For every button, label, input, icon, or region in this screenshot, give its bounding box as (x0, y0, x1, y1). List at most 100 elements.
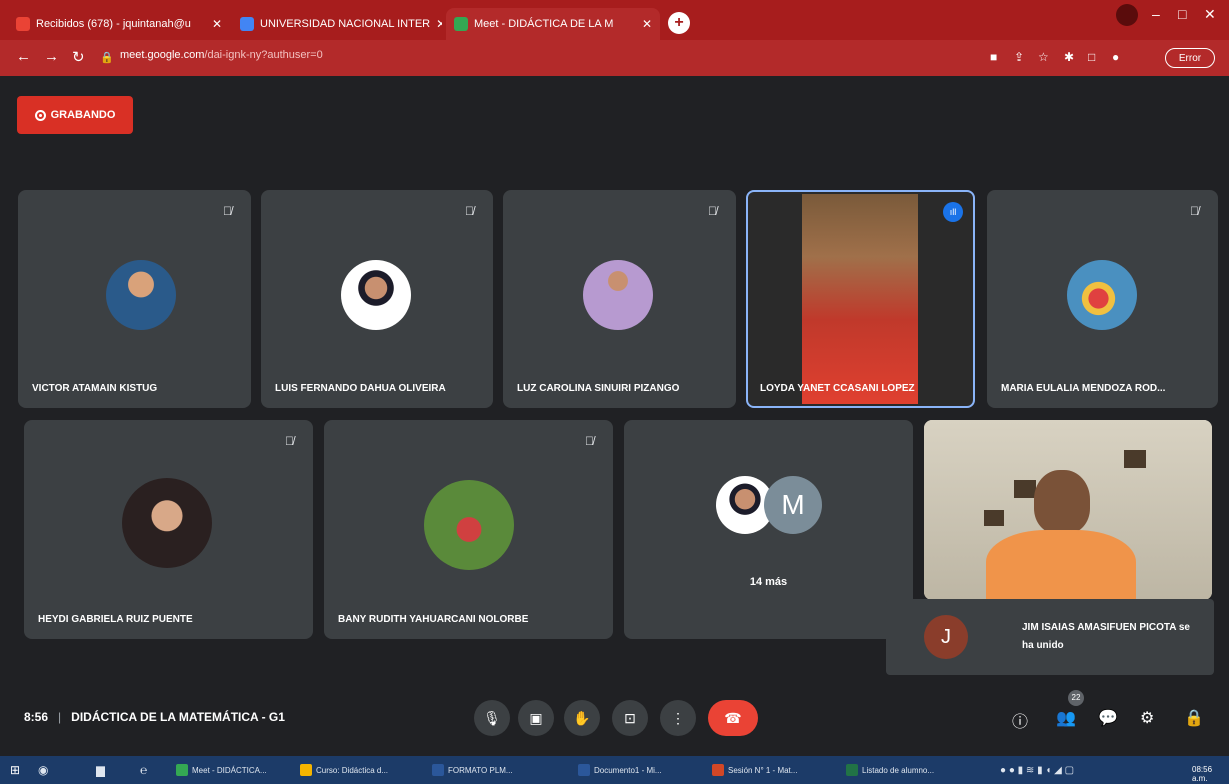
taskbar-item[interactable]: Curso: Didáctica d... (300, 761, 420, 779)
raise-hand-button[interactable]: ✋ (564, 700, 600, 736)
taskbar-label: Listado de alumno... (862, 765, 935, 775)
meeting-title: DIDÁCTICA DE LA MATEMÁTICA - G1 (71, 710, 285, 724)
recording-badge: GRABANDO (17, 96, 133, 134)
url-host: meet.google.com (120, 49, 205, 61)
maximize-button[interactable]: □ (1178, 6, 1186, 22)
back-icon[interactable]: ← (16, 48, 31, 65)
taskbar-item[interactable]: FORMATO PLM... (432, 761, 552, 779)
avatar-initial: M (764, 476, 822, 534)
new-tab-button[interactable]: + (668, 12, 690, 34)
chrome-icon[interactable]: ◉ (38, 761, 48, 779)
account-icon[interactable]: ● (1112, 50, 1119, 64)
lock-icon: 🔒 (100, 52, 114, 64)
participant-count-badge: 22 (1068, 690, 1084, 706)
recording-label: GRABANDO (50, 109, 116, 121)
participant-tile-speaking[interactable]: ıll LOYDA YANET CCASANI LOPEZ (746, 190, 975, 408)
taskbar-item[interactable]: Documento1 - Mi... (578, 761, 698, 779)
mic-off-icon: 🎙̸ (1190, 204, 1199, 218)
avatar (106, 260, 176, 330)
word-icon (578, 764, 590, 776)
start-icon[interactable]: ⊞ (10, 761, 20, 779)
taskbar-label: FORMATO PLM... (448, 765, 513, 775)
participant-video (802, 194, 918, 404)
close-icon[interactable]: ✕ (430, 17, 442, 31)
reload-icon[interactable]: ↻ (72, 48, 85, 66)
avatar-initial: J (924, 615, 968, 659)
powerpoint-icon (712, 764, 724, 776)
participant-name: HEYDI GABRIELA RUIZ PUENTE (38, 614, 193, 625)
divider: | (58, 710, 62, 724)
wall-frame (1124, 450, 1146, 468)
excel-icon (846, 764, 858, 776)
taskbar-item[interactable]: Sesión N° 1 - Mat... (712, 761, 832, 779)
hang-up-icon: ☎ (724, 710, 742, 726)
error-button[interactable]: Error (1165, 48, 1215, 68)
tab-label: Recibidos (678) - jquintanah@u (36, 18, 191, 30)
forward-icon[interactable]: → (44, 48, 59, 65)
avatar (1067, 260, 1137, 330)
self-video-tile[interactable] (924, 420, 1212, 600)
participant-tile[interactable]: 🎙̸ MARIA EULALIA MENDOZA ROD... (987, 190, 1218, 408)
participant-name: LUZ CAROLINA SINUIRI PIZANGO (517, 383, 680, 394)
tab-label: UNIVERSIDAD NACIONAL INTER (260, 18, 431, 30)
tab-gmail[interactable]: Recibidos (678) - jquintanah@u ✕ (8, 8, 230, 40)
bookmark-star-icon[interactable]: ☆ (1038, 50, 1049, 64)
taskbar-item[interactable]: Meet - DIDÁCTICA... (176, 761, 294, 779)
microphone-button[interactable]: 🎙 (474, 700, 510, 736)
university-icon (240, 17, 254, 31)
taskbar-item[interactable]: Listado de alumno... (846, 761, 966, 779)
host-controls-icon[interactable]: 🔒 (1184, 708, 1204, 728)
more-participants-tile[interactable]: M 14 más (624, 420, 913, 639)
edge-icon[interactable]: ℮ (140, 761, 147, 779)
participant-name: LOYDA YANET CCASANI LOPEZ (760, 383, 915, 394)
sidepanel-icon[interactable]: □ (1088, 50, 1095, 64)
tab-meet[interactable]: Meet - DIDÁCTICA DE LA M ✕ (446, 8, 660, 40)
tray-icons[interactable]: ● ● ▮ ≋ ▮ ◖ ◢ ▢ (1000, 761, 1074, 779)
meeting-time: 8:56 (24, 710, 49, 724)
present-button[interactable]: ⊡ (612, 700, 648, 736)
present-icon: ⊡ (624, 710, 636, 726)
participant-tile[interactable]: 🎙̸ VICTOR ATAMAIN KISTUG (18, 190, 251, 408)
person-shirt (986, 530, 1136, 600)
info-icon[interactable]: ⓘ (1012, 708, 1028, 732)
avatar (341, 260, 411, 330)
profile-avatar[interactable] (1116, 4, 1138, 26)
meet-icon (176, 764, 188, 776)
share-icon[interactable]: ⇪ (1014, 50, 1024, 64)
mic-off-icon: 🎙̸ (223, 204, 232, 218)
close-icon[interactable]: ✕ (636, 17, 652, 31)
notification-text: JIM ISAIAS AMASIFUEN PICOTA se ha unido (1022, 622, 1190, 651)
taskbar-label: Sesión N° 1 - Mat... (728, 765, 798, 775)
taskbar-label: Curso: Didáctica d... (316, 765, 389, 775)
participant-tile[interactable]: 🎙̸ HEYDI GABRIELA RUIZ PUENTE (24, 420, 313, 639)
extensions-icon[interactable]: ✱ (1064, 50, 1074, 64)
browser-tab-bar: Recibidos (678) - jquintanah@u ✕ UNIVERS… (0, 0, 1229, 40)
participant-name: LUIS FERNANDO DAHUA OLIVEIRA (275, 383, 446, 394)
camera-icon[interactable]: ■ (990, 50, 997, 64)
taskbar-label: Documento1 - Mi... (594, 765, 662, 775)
close-icon[interactable]: ✕ (206, 17, 222, 31)
tab-universidad[interactable]: UNIVERSIDAD NACIONAL INTER ✕ (232, 8, 442, 40)
people-icon[interactable]: 👥 (1056, 708, 1076, 728)
close-window-button[interactable]: ✕ (1204, 6, 1216, 23)
participant-tile[interactable]: 🎙̸ LUIS FERNANDO DAHUA OLIVEIRA (261, 190, 493, 408)
avatar (583, 260, 653, 330)
activities-icon[interactable]: ⚙ (1140, 708, 1154, 728)
participant-tile[interactable]: 🎙̸ LUZ CAROLINA SINUIRI PIZANGO (503, 190, 736, 408)
camera-button[interactable]: ▣ (518, 700, 554, 736)
url-path: /dai-ignk-ny?authuser=0 (204, 49, 323, 61)
address-bar: ← → ↻ 🔒 meet.google.com/dai-ignk-ny?auth… (0, 40, 1229, 76)
participant-tile[interactable]: 🎙̸ BANY RUDITH YAHUARCANI NOLORBE (324, 420, 613, 639)
url-field[interactable]: meet.google.com/dai-ignk-ny?authuser=0 (120, 49, 323, 61)
minimize-button[interactable]: – (1152, 6, 1160, 22)
mic-off-icon: 🎙̸ (285, 434, 294, 448)
avatar (122, 478, 212, 568)
word-icon (432, 764, 444, 776)
folder-icon[interactable]: ▆ (96, 761, 105, 779)
camera-icon: ▣ (529, 710, 543, 726)
end-call-button[interactable]: ☎ (708, 700, 758, 736)
tab-label: Meet - DIDÁCTICA DE LA M (474, 18, 614, 30)
browser-icon (300, 764, 312, 776)
more-options-button[interactable]: ⋮ (660, 700, 696, 736)
chat-icon[interactable]: 💬 (1098, 708, 1118, 728)
